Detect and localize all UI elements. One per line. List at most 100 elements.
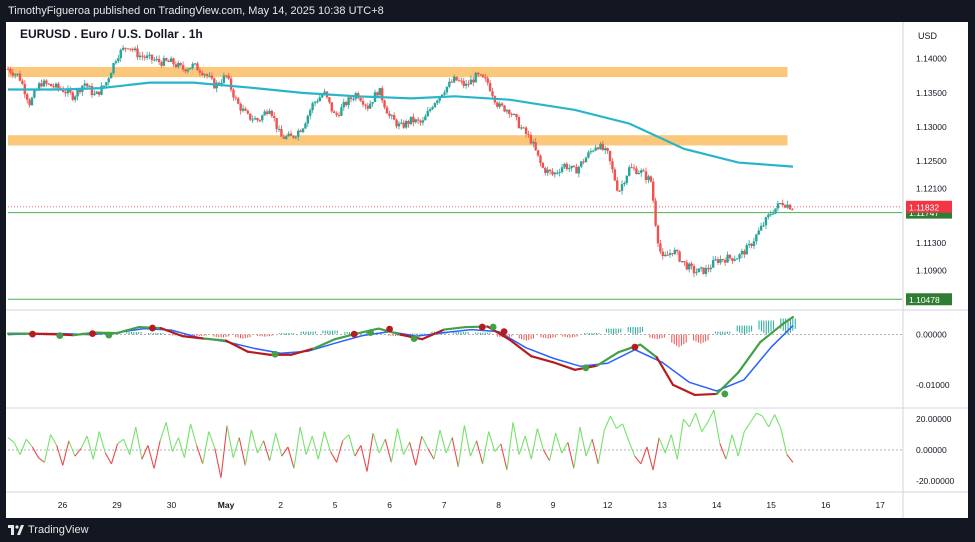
time-tick-label: 13 xyxy=(657,500,667,510)
histogram-bar xyxy=(656,334,658,340)
candle-body xyxy=(371,102,374,104)
rsi-segment xyxy=(299,426,307,455)
candle-body xyxy=(198,70,202,73)
rsi-segment xyxy=(409,442,417,466)
candle-body xyxy=(251,119,254,121)
histogram-bar xyxy=(266,334,268,337)
candle-body xyxy=(184,69,187,72)
candle-body xyxy=(85,83,89,87)
candle-body xyxy=(203,74,206,76)
candle-body xyxy=(767,214,770,218)
time-tick-label: 26 xyxy=(58,500,68,510)
candle-body xyxy=(153,59,156,61)
brand[interactable]: TradingView xyxy=(8,518,89,542)
candle-body xyxy=(40,83,43,87)
brand-text: TradingView xyxy=(28,524,89,536)
candle-body xyxy=(172,58,175,65)
histogram-bar xyxy=(617,328,619,334)
candle-body xyxy=(162,58,166,66)
rsi-segment xyxy=(591,439,599,464)
histogram-bar xyxy=(184,334,186,336)
candle-body xyxy=(275,118,278,129)
rsi-segment xyxy=(403,442,411,455)
candle-body xyxy=(392,115,396,120)
histogram-bar xyxy=(768,320,770,333)
histogram-bar xyxy=(174,334,176,336)
candle-body xyxy=(623,183,626,185)
candle-body xyxy=(263,111,266,116)
histogram-bar xyxy=(748,325,750,333)
histogram-bar xyxy=(651,334,653,339)
candle-body xyxy=(671,253,674,255)
candle-body xyxy=(244,108,247,111)
candle-body xyxy=(150,54,154,60)
rsi-segment xyxy=(488,431,496,452)
histogram-bar xyxy=(705,334,707,342)
currency-label[interactable]: USD xyxy=(918,31,938,41)
histogram-bar xyxy=(412,333,414,335)
rsi-segment xyxy=(232,437,240,458)
histogram-bar xyxy=(525,334,527,341)
rsi-segment xyxy=(275,432,283,457)
rsi-segment xyxy=(220,425,228,478)
histogram-bar xyxy=(634,327,636,335)
candle-body xyxy=(282,136,286,139)
candle-body xyxy=(404,121,408,128)
rsi-segment xyxy=(634,455,642,465)
macd-line-segment xyxy=(181,335,206,340)
candle-body xyxy=(71,92,74,100)
histogram-bar xyxy=(552,334,554,338)
histogram-bar xyxy=(719,331,721,335)
rsi-segment xyxy=(390,428,398,463)
histogram-bar xyxy=(693,334,695,341)
histogram-bar xyxy=(659,334,661,339)
candle-body xyxy=(481,74,485,78)
rsi-segment xyxy=(506,422,514,471)
histogram-bar xyxy=(257,334,259,336)
rsi-segment xyxy=(62,440,70,466)
rsi-segment xyxy=(707,409,715,423)
candle-body xyxy=(457,80,461,82)
candle-body xyxy=(378,88,381,96)
candle-body xyxy=(735,258,739,260)
histogram-bar xyxy=(290,333,292,335)
histogram-bar xyxy=(518,334,520,339)
candle-body xyxy=(335,113,338,115)
candle-body xyxy=(726,254,729,263)
histogram-bar xyxy=(242,334,244,339)
candle-body xyxy=(54,83,58,88)
candle-body xyxy=(445,86,449,93)
histogram-bar xyxy=(453,332,455,334)
rsi-segment xyxy=(281,446,289,457)
candle-body xyxy=(702,267,705,274)
histogram-bar xyxy=(259,334,261,337)
candle-body xyxy=(452,76,456,83)
rsi-segment xyxy=(743,422,751,432)
candle-body xyxy=(412,116,415,123)
candle-body xyxy=(647,176,650,181)
rsi-segment xyxy=(104,452,112,465)
histogram-bar xyxy=(152,333,154,335)
chart-svg[interactable]: 1.14000 1.13500 1.13000 1.12500 1.12100 1.113… xyxy=(6,22,968,518)
histogram-bar xyxy=(620,328,622,333)
candle-body xyxy=(714,259,717,261)
histogram-bar xyxy=(283,333,285,335)
candle-body xyxy=(11,72,14,76)
candle-body xyxy=(503,105,506,112)
histogram-bar xyxy=(743,325,745,335)
candle-body xyxy=(551,171,554,175)
candle-body xyxy=(131,48,134,51)
chart-area[interactable]: 1.14000 1.13500 1.13000 1.12500 1.12100 1.113… xyxy=(6,22,968,518)
histogram-bar xyxy=(201,334,203,336)
candle-body xyxy=(342,102,345,108)
candle-body xyxy=(652,181,655,201)
histogram-bar xyxy=(203,334,205,336)
candle-body xyxy=(520,127,523,129)
candle-body xyxy=(563,163,566,168)
candle-body xyxy=(93,93,96,96)
cross-marker xyxy=(105,331,113,339)
rsi-segment xyxy=(196,445,204,465)
rsi-segment xyxy=(378,439,386,454)
resistance-zones xyxy=(8,66,788,146)
histogram-bar xyxy=(586,333,588,335)
